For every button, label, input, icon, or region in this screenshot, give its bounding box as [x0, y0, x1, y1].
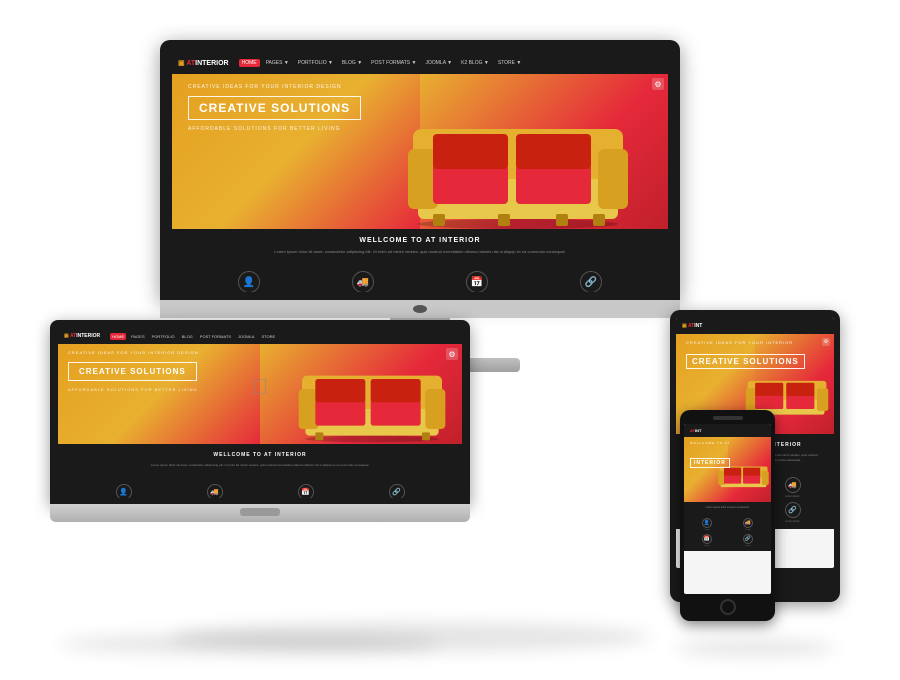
laptop-screen: ▣ ATINTERIOR HOME PAGES PORTFOLIO BLOG P… [58, 328, 462, 498]
monitor-stand-top [160, 300, 680, 318]
monitor-hero-title: CREATIVE SOLUTIONS [199, 101, 350, 115]
laptop-bezel: ▣ ATINTERIOR HOME PAGES PORTFOLIO BLOG P… [50, 320, 470, 504]
laptop-shadow [60, 634, 440, 654]
phone-logo: ATINT [690, 428, 702, 433]
nav-post-formats[interactable]: POST FORMATS ▼ [368, 59, 419, 67]
monitor-bezel: ▣ ATINTERIOR HOME PAGES ▼ PORTFOLIO ▼ BL… [160, 40, 680, 300]
laptop-hero-content: CREATIVE IDEAS FOR YOUR INTERIOR DESIGN … [58, 344, 462, 398]
nav-home[interactable]: HOME [239, 59, 260, 67]
laptop-hero-subtitle: CREATIVE IDEAS FOR YOUR INTERIOR DESIGN [68, 350, 452, 355]
nav-portfolio[interactable]: PORTFOLIO ▼ [295, 59, 336, 67]
monitor-hero-tagline: AFFORDABLE SOLUTIONS FOR BETTER LIVING [188, 126, 652, 132]
laptop-nav: ▣ ATINTERIOR HOME PAGES PORTFOLIO BLOG P… [58, 328, 462, 344]
monitor-nav: ▣ ATINTERIOR HOME PAGES ▼ PORTFOLIO ▼ BL… [172, 52, 668, 74]
laptop-nav-links: HOME PAGES PORTFOLIO BLOG POST FORMATS J… [110, 333, 277, 340]
scene: ▣ ATINTERIOR HOME PAGES ▼ PORTFOLIO ▼ BL… [20, 20, 880, 660]
phone-hero-content: WELLCOME TO AT INTERIOR [684, 437, 771, 478]
phone-website: ATINT [684, 424, 771, 594]
tablet-hero-title-box: CREATIVE SOLUTIONS [686, 354, 805, 369]
link-icon: 🔗 [580, 271, 602, 292]
phone-hero: WELLCOME TO AT INTERIOR [684, 437, 771, 502]
laptop-logo: ▣ ATINTERIOR [64, 333, 100, 339]
monitor-logo: ▣ ATINTERIOR [178, 59, 229, 67]
laptop-icons-row: 👤 🚚 📅 🔗 [58, 476, 462, 498]
tablet-nav: ▣ ATINT [676, 318, 834, 334]
laptop-nav-pages[interactable]: PAGES [129, 333, 147, 340]
tablet-hero-content: CREATIVE IDEAS FOR YOUR INTERIOR CREATIV… [676, 334, 834, 381]
monitor-hero-subtitle: CREATIVE IDEAS FOR YOUR INTERIOR DESIGN [188, 84, 652, 90]
phone-bezel: ATINT [680, 410, 775, 621]
phone-icon-3: 📅 Lorem [688, 534, 726, 547]
laptop-device: ▣ ATINTERIOR HOME PAGES PORTFOLIO BLOG P… [50, 320, 470, 522]
calendar-icon: 📅 [466, 271, 488, 292]
phone-link-icon: 🔗 [743, 534, 753, 544]
laptop-calendar-icon: 📅 [298, 484, 314, 498]
phone-icon-4: 🔗 Lorem [729, 534, 767, 547]
nav-joomla[interactable]: JOOMLA ▼ [422, 59, 455, 67]
nav-k2blog[interactable]: K2 BLOG ▼ [458, 59, 492, 67]
monitor-website: ▣ ATINTERIOR HOME PAGES ▼ PORTFOLIO ▼ BL… [172, 52, 668, 292]
laptop-hero-title: CREATIVE SOLUTIONS [79, 367, 186, 376]
phone-hero-subtitle: WELLCOME TO AT [690, 441, 765, 445]
phone-nav: ATINT [684, 424, 771, 437]
laptop-nav-post[interactable]: POST FORMATS [198, 333, 233, 340]
tablet-shadow [675, 640, 835, 656]
laptop-nav-joomla[interactable]: JOOMLA [236, 333, 256, 340]
nav-store[interactable]: STORE ▼ [495, 59, 524, 67]
laptop-nav-portfolio[interactable]: PORTFOLIO [150, 333, 177, 340]
monitor-hero: ⚙ CREATIVE IDEAS FOR YOUR INTERIOR DESIG… [172, 74, 668, 229]
laptop-body:  [50, 504, 470, 522]
monitor-hero-title-box: CREATIVE SOLUTIONS [188, 96, 361, 120]
laptop-hero: ⚙ CREATIVE IDEAS FOR YOUR INTERIOR DESIG… [58, 344, 462, 444]
laptop-website: ▣ ATINTERIOR HOME PAGES PORTFOLIO BLOG P… [58, 328, 462, 498]
phone-hero-title: INTERIOR [694, 460, 726, 466]
monitor-content-title: WELLCOME TO AT INTERIOR [184, 237, 656, 244]
phone-content: Lorem ipsum dolor sit amet consectetur [684, 502, 771, 514]
laptop-hero-title-box: CREATIVE SOLUTIONS [68, 362, 197, 381]
monitor-screen: ▣ ATINTERIOR HOME PAGES ▼ PORTFOLIO ▼ BL… [172, 52, 668, 292]
tablet-logo: ▣ ATINT [682, 323, 702, 329]
phone-user-icon: 👤 [702, 518, 712, 528]
laptop-nav-blog[interactable]: BLOG [180, 333, 195, 340]
user-icon: 👤 [238, 271, 260, 292]
phone-device: ATINT [680, 410, 775, 621]
nav-pages[interactable]: PAGES ▼ [263, 59, 292, 67]
laptop-nav-home[interactable]: HOME [110, 333, 126, 340]
laptop-link-icon: 🔗 [389, 484, 405, 498]
laptop-content-title: WELLCOME TO AT INTERIOR [70, 452, 450, 458]
tablet-gear-icon[interactable]: ⚙ [822, 338, 830, 346]
laptop-content-text: Lorem ipsum dolor sit amet, consectetur … [70, 463, 450, 468]
monitor-nav-links: HOME PAGES ▼ PORTFOLIO ▼ BLOG ▼ POST FOR… [239, 59, 525, 67]
phone-screen: ATINT [684, 424, 771, 594]
phone-icons-grid: 👤 Lorem 🚚 Lorem 📅 Lorem 🔗 [684, 514, 771, 551]
phone-hero-title-box: INTERIOR [690, 458, 730, 468]
delivery-icon: 🚚 [352, 271, 374, 292]
gear-icon[interactable]: ⚙ [652, 78, 664, 90]
nav-blog[interactable]: BLOG ▼ [339, 59, 365, 67]
phone-icon-2: 🚚 Lorem [729, 518, 767, 531]
laptop-content: WELLCOME TO AT INTERIOR Lorem ipsum dolo… [58, 444, 462, 476]
phone-speaker [713, 416, 743, 420]
phone-icon-1: 👤 Lorem [688, 518, 726, 531]
laptop-user-icon: 👤 [116, 484, 132, 498]
phone-content-text: Lorem ipsum dolor sit amet consectetur [688, 506, 767, 510]
laptop-delivery-icon: 🚚 [207, 484, 223, 498]
laptop-hero-tagline: AFFORDABLE SOLUTIONS FOR BETTER LIVING [68, 387, 452, 392]
monitor-content: WELLCOME TO AT INTERIOR Lorem ipsum dolo… [172, 229, 668, 263]
monitor-hero-content: CREATIVE IDEAS FOR YOUR INTERIOR DESIGN … [172, 74, 668, 142]
tablet-delivery-icon: 🚚 [785, 477, 801, 493]
tablet-hero-title: CREATIVE SOLUTIONS [692, 357, 799, 366]
tablet-link-icon: 🔗 [785, 502, 801, 518]
monitor-content-text: Lorem ipsum dolor sit amet, consectetur … [184, 249, 656, 255]
tablet-hero-subtitle: CREATIVE IDEAS FOR YOUR INTERIOR [686, 340, 824, 345]
phone-delivery-icon: 🚚 [743, 518, 753, 528]
laptop-nav-store[interactable]: STORE [259, 333, 277, 340]
phone-calendar-icon: 📅 [702, 534, 712, 544]
monitor-icons-row: 👤 🚚 📅 🔗 [172, 263, 668, 292]
laptop-gear-icon[interactable]: ⚙ [446, 348, 458, 360]
phone-home-button[interactable] [720, 599, 736, 615]
